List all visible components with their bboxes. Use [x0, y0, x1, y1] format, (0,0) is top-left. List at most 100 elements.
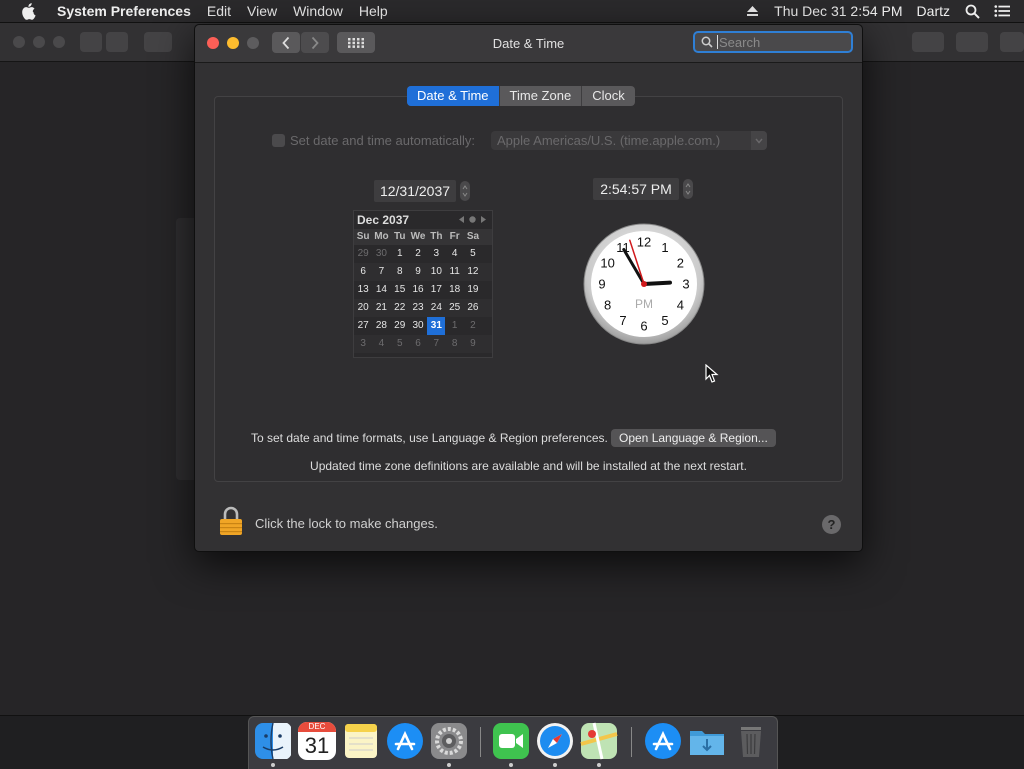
calendar-day[interactable]: 5 [464, 245, 482, 263]
calendar-day[interactable]: 24 [427, 299, 445, 317]
calendar-day[interactable]: 23 [409, 299, 427, 317]
calendar-day[interactable]: 1 [445, 317, 463, 335]
menu-clock[interactable]: Thu Dec 31 2:54 PM [774, 3, 902, 19]
date-stepper[interactable] [460, 181, 470, 201]
app-store-downloads-icon[interactable] [644, 722, 682, 760]
calendar: Dec 2037 Su Mo Tu We Th Fr Sa 29 30 1 2 3 4 5 6… [353, 210, 493, 358]
calendar-next-month-icon[interactable] [479, 215, 488, 224]
calendar-day[interactable]: 31 [427, 317, 446, 335]
calendar-day[interactable]: 7 [372, 263, 390, 281]
eject-icon[interactable] [744, 3, 760, 19]
calendar-app-icon[interactable]: DEC 31 [298, 722, 336, 760]
open-language-region-button[interactable]: Open Language & Region... [611, 429, 776, 447]
calendar-day[interactable]: 11 [445, 263, 463, 281]
calendar-day[interactable]: 13 [354, 281, 372, 299]
calendar-day[interactable]: 8 [445, 335, 463, 353]
menu-help[interactable]: Help [351, 0, 396, 22]
finder-icon[interactable] [254, 722, 292, 760]
downloads-folder-icon[interactable] [688, 722, 726, 760]
calendar-day[interactable]: 9 [409, 263, 427, 281]
background-new-tab-button[interactable] [1000, 32, 1024, 52]
calendar-prev-month-icon[interactable] [457, 215, 466, 224]
tab-date-time[interactable]: Date & Time [407, 86, 500, 106]
calendar-day[interactable]: 17 [427, 281, 445, 299]
trash-icon[interactable] [732, 722, 770, 760]
background-sidebar-strip [176, 218, 194, 480]
background-tabs-button[interactable] [956, 32, 988, 52]
calendar-day[interactable]: 28 [372, 317, 390, 335]
menu-app-name[interactable]: System Preferences [49, 0, 199, 22]
weekday-label: Su [356, 231, 370, 242]
facetime-icon[interactable] [492, 722, 530, 760]
safari-icon[interactable] [536, 722, 574, 760]
calendar-day[interactable]: 12 [464, 263, 482, 281]
menu-edit[interactable]: Edit [199, 0, 239, 22]
background-back-button[interactable] [80, 32, 102, 52]
calendar-day[interactable]: 20 [354, 299, 372, 317]
calendar-day[interactable]: 2 [409, 245, 427, 263]
menu-user[interactable]: Dartz [917, 3, 950, 19]
calendar-day[interactable]: 30 [409, 317, 427, 335]
background-share-button[interactable] [912, 32, 944, 52]
clock-center-pin [641, 281, 647, 287]
calendar-day[interactable]: 8 [391, 263, 409, 281]
running-indicator [509, 763, 513, 767]
calendar-day[interactable]: 27 [354, 317, 372, 335]
apple-menu-icon[interactable] [21, 2, 37, 20]
time-field[interactable]: 2:54:57 PM [593, 178, 679, 200]
tab-time-zone[interactable]: Time Zone [500, 86, 583, 106]
calendar-day[interactable]: 29 [391, 317, 409, 335]
calendar-day[interactable]: 21 [372, 299, 390, 317]
calendar-day[interactable]: 3 [354, 335, 372, 353]
app-store-icon[interactable] [386, 722, 424, 760]
calendar-day[interactable]: 30 [372, 245, 390, 263]
calendar-day[interactable]: 3 [427, 245, 445, 263]
time-server-select[interactable]: Apple Americas/U.S. (time.apple.com.) [491, 131, 767, 150]
calendar-day[interactable]: 1 [391, 245, 409, 263]
calendar-day[interactable]: 22 [391, 299, 409, 317]
date-field[interactable]: 12/31/2037 [374, 180, 456, 202]
calendar-week-row: 3456789 [354, 335, 492, 353]
search-field[interactable]: Search [693, 31, 853, 53]
time-stepper[interactable] [683, 179, 693, 199]
background-sidebar-button[interactable] [144, 32, 172, 52]
calendar-day[interactable]: 5 [391, 335, 409, 353]
calendar-day[interactable]: 16 [409, 281, 427, 299]
calendar-day[interactable]: 18 [445, 281, 463, 299]
background-forward-button[interactable] [106, 32, 128, 52]
weekday-label: Fr [449, 231, 460, 242]
notes-icon[interactable] [342, 722, 380, 760]
calendar-day[interactable]: 25 [445, 299, 463, 317]
calendar-day[interactable]: 15 [391, 281, 409, 299]
calendar-day[interactable]: 10 [427, 263, 445, 281]
running-indicator [447, 763, 451, 767]
menu-window[interactable]: Window [285, 0, 351, 22]
spotlight-search-icon[interactable] [964, 3, 980, 19]
calendar-day[interactable]: 6 [409, 335, 427, 353]
calendar-day[interactable]: 9 [464, 335, 482, 353]
background-close-button[interactable] [13, 36, 25, 48]
background-minimize-button[interactable] [33, 36, 45, 48]
calendar-day[interactable]: 29 [354, 245, 372, 263]
menu-view[interactable]: View [239, 0, 285, 22]
calendar-day[interactable]: 4 [445, 245, 463, 263]
maps-icon[interactable] [580, 722, 618, 760]
calendar-today-icon[interactable] [466, 215, 479, 224]
system-preferences-icon[interactable] [430, 722, 468, 760]
calendar-day[interactable]: 19 [464, 281, 482, 299]
calendar-day[interactable]: 7 [427, 335, 445, 353]
auto-time-checkbox[interactable] [272, 134, 285, 147]
help-button[interactable]: ? [822, 515, 841, 534]
notification-center-icon[interactable] [994, 3, 1010, 19]
calendar-day[interactable]: 14 [372, 281, 390, 299]
lock-icon[interactable] [219, 506, 243, 536]
tab-clock[interactable]: Clock [582, 86, 635, 106]
mouse-cursor-icon [705, 364, 719, 383]
calendar-day[interactable]: 2 [464, 317, 482, 335]
weekday-label: Mo [374, 231, 389, 242]
background-zoom-button[interactable] [53, 36, 65, 48]
calendar-day[interactable]: 26 [464, 299, 482, 317]
calendar-day[interactable]: 4 [372, 335, 390, 353]
weekday-label: Tu [394, 231, 406, 242]
calendar-day[interactable]: 6 [354, 263, 372, 281]
